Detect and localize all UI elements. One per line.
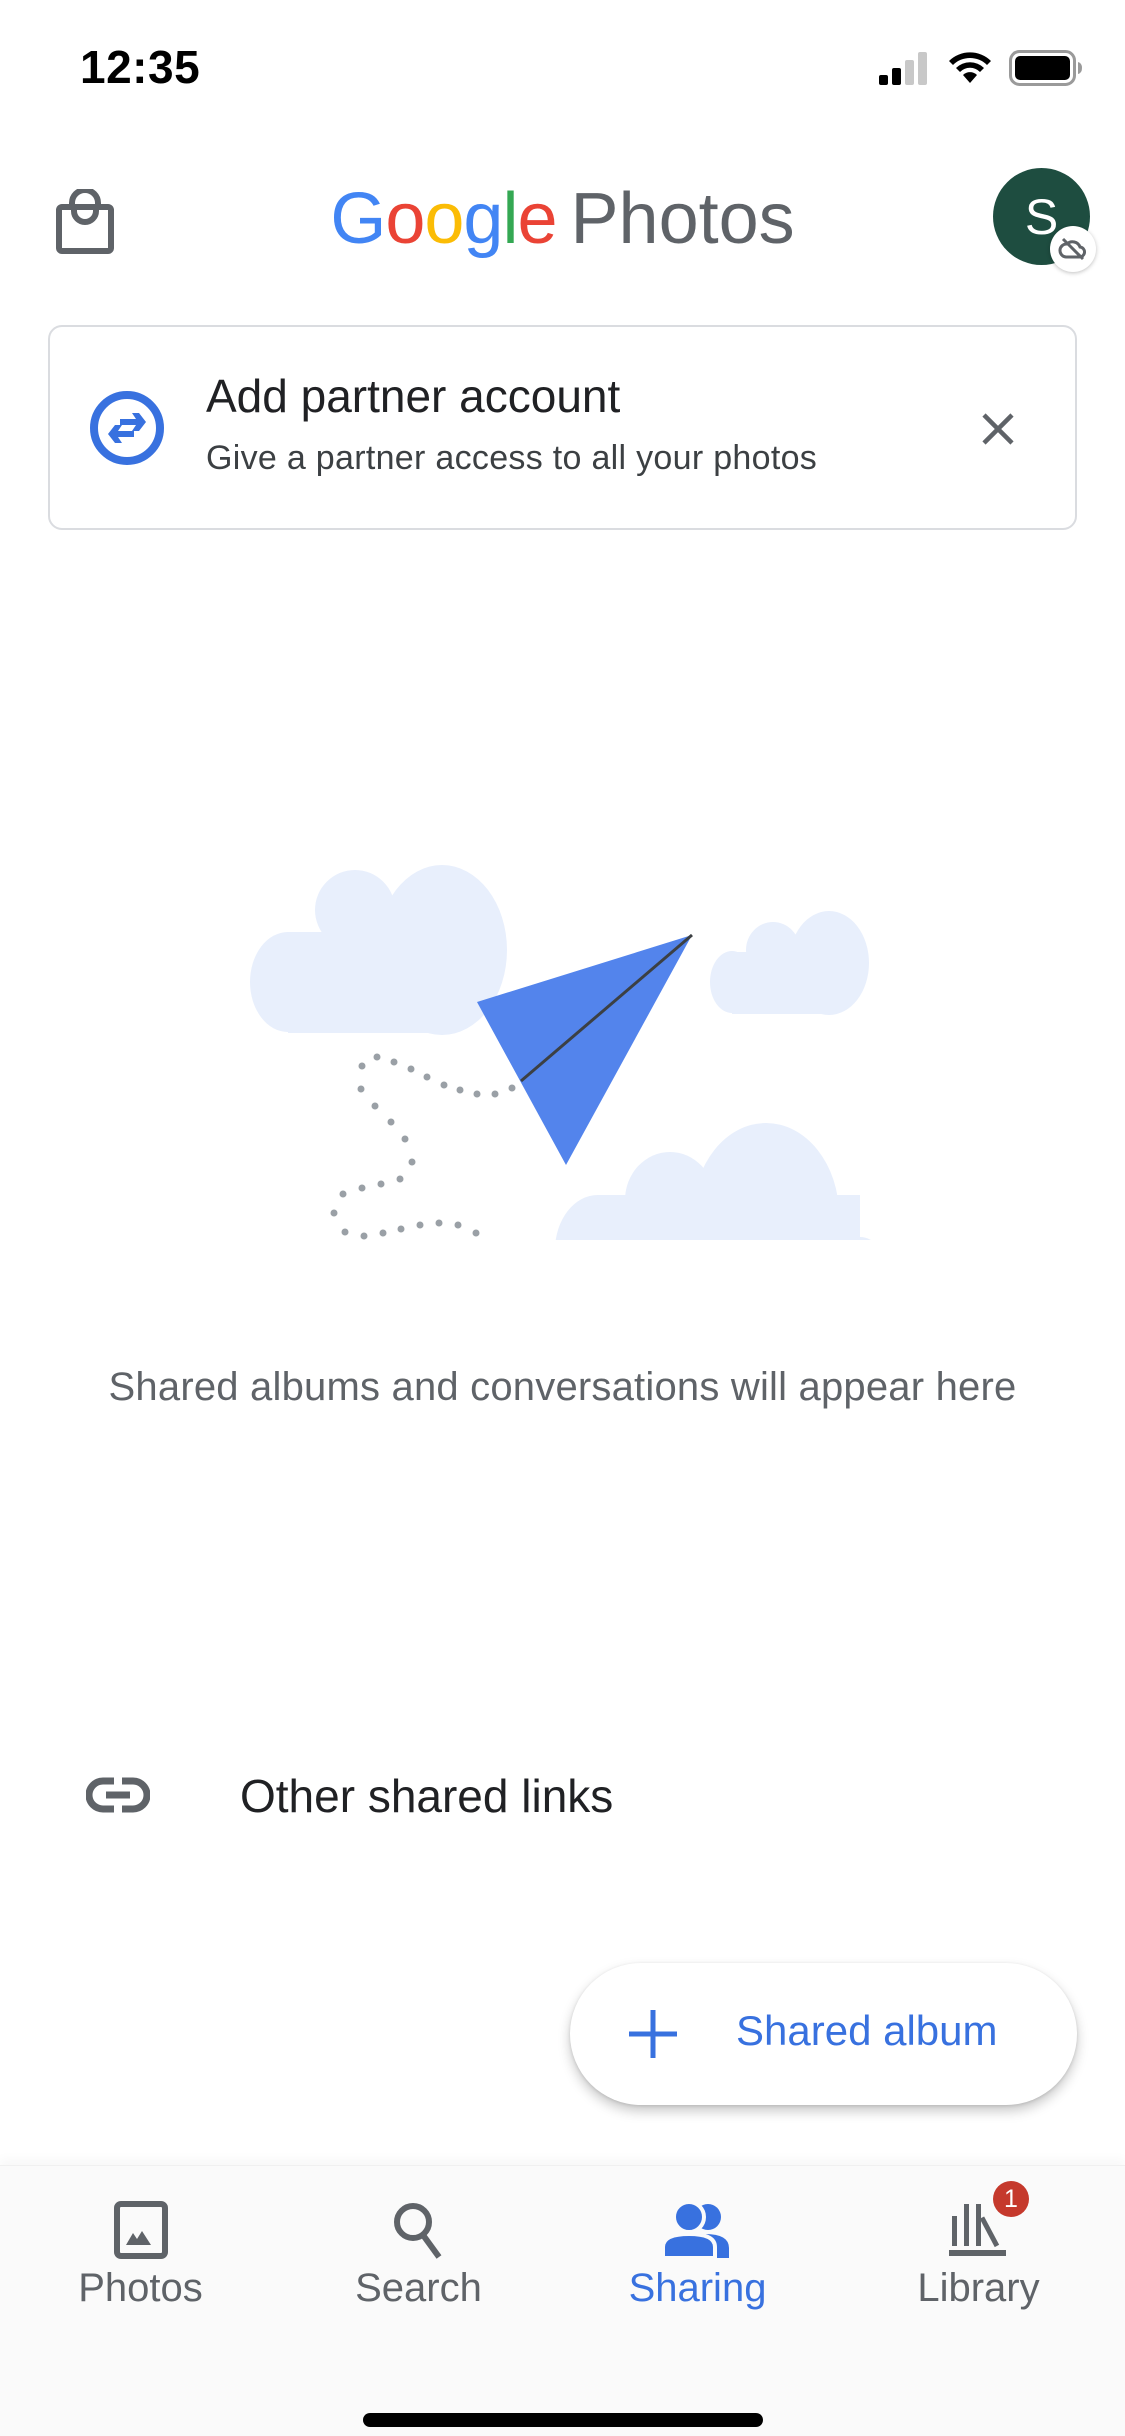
dotted-trail [330,1053,516,1240]
cloud-off-icon [1058,237,1087,261]
fab-label: Shared album [736,2007,998,2054]
nav-tab-photos[interactable]: Photos [0,2166,281,2346]
status-bar: 12:35 [0,0,1125,132]
nav-tab-library[interactable]: 1 Library [838,2166,1119,2346]
paper-plane [477,933,693,1165]
logo-letter: o [385,179,425,259]
new-shared-album-button[interactable]: Shared album [570,1963,1077,2105]
plus-icon [629,2010,677,2058]
other-shared-links-row[interactable]: Other shared links [0,1745,1125,1845]
app-header: Google Photos S [0,160,1125,280]
nav-label-photos: Photos [78,2266,203,2310]
close-icon [982,413,1014,445]
other-shared-links-label: Other shared links [240,1770,614,1822]
library-notification-badge: 1 [993,2181,1029,2217]
photo-icon [113,2201,168,2259]
cloud-small-right [710,911,869,1015]
cloud-bottom-right [555,1123,871,1240]
banner-title: Add partner account [206,370,621,422]
logo-letter: l [502,179,518,259]
logo-letter: e [517,179,557,259]
cloud-left [250,865,507,1035]
nav-tab-search[interactable]: Search [278,2166,559,2346]
empty-state-illustration [250,865,871,1240]
partner-account-banner[interactable]: Add partner account Give a partner acces… [48,325,1077,530]
home-indicator[interactable] [363,2413,763,2427]
nav-label-library: Library [917,2266,1040,2310]
logo-letter: o [424,179,464,259]
people-icon [662,2202,729,2258]
logo-product-name: Photos [570,179,795,259]
wifi-icon [949,52,991,83]
logo-letter: g [463,179,503,259]
banner-subtitle: Give a partner access to all your photos [206,439,818,477]
bottom-navigation: Photos Search Sharing 1 Library [0,2165,1125,2436]
nav-label-sharing: Sharing [628,2266,767,2310]
status-time: 12:35 [80,41,201,93]
search-icon [393,2203,441,2259]
backup-status-badge[interactable] [1050,226,1096,272]
battery-icon [1009,50,1082,86]
google-photos-logo: Google Photos [0,178,1125,260]
status-icons [879,50,1083,86]
nav-tab-sharing[interactable]: Sharing [557,2166,838,2346]
logo-letter: G [330,179,386,259]
banner-close-button[interactable] [968,399,1028,459]
empty-state-message: Shared albums and conversations will app… [108,1365,1017,1409]
signal-icon [879,52,927,85]
partner-swap-icon [90,391,164,465]
nav-label-search: Search [355,2266,482,2310]
link-icon [86,1777,150,1813]
